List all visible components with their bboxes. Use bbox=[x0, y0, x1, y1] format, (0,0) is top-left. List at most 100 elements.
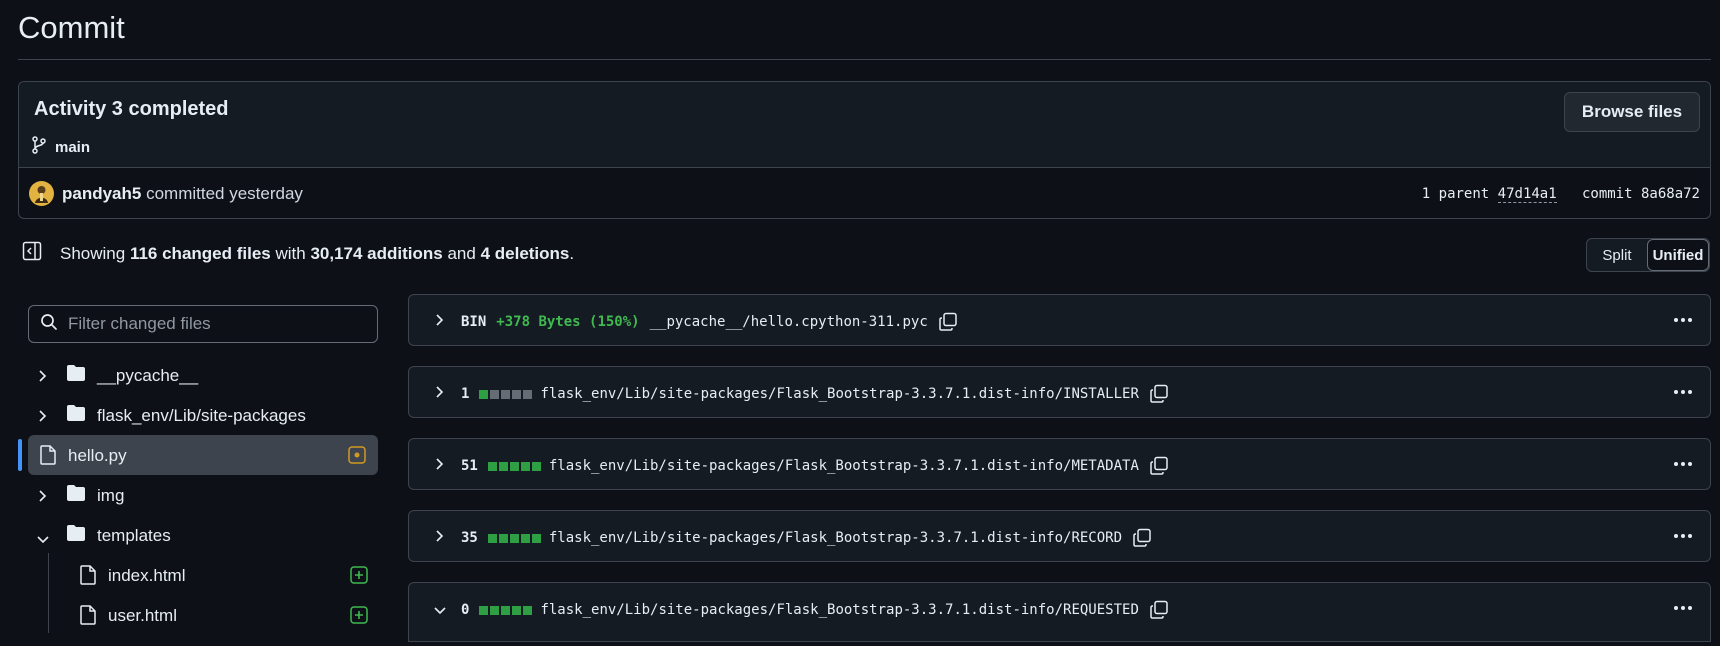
diff-count: BIN bbox=[461, 314, 487, 330]
file-icon bbox=[80, 565, 96, 590]
summary-text: Showing 116 changed files with 30,174 ad… bbox=[60, 243, 575, 263]
view-toggle: Split Unified bbox=[1586, 238, 1710, 272]
copy-icon[interactable] bbox=[1132, 528, 1152, 548]
chevron-right-icon bbox=[38, 408, 48, 428]
tree-folder-templates[interactable]: templates bbox=[18, 515, 380, 555]
file-modified-icon bbox=[348, 446, 366, 469]
diffstat-neutral-block bbox=[501, 389, 511, 399]
tree-item-label: user.html bbox=[108, 606, 177, 625]
bin-change: +378 Bytes (150%) bbox=[496, 314, 640, 330]
author-line: pandyah5 committed yesterday bbox=[62, 184, 303, 204]
diffstat-added-block bbox=[479, 605, 489, 615]
author-name[interactable]: pandyah5 bbox=[62, 184, 141, 203]
branch-name: main bbox=[55, 138, 91, 156]
search-icon bbox=[40, 313, 58, 336]
diff-info: 51 flask_env/Lib/site-packages/Flask_Boo… bbox=[461, 456, 1169, 476]
diffstat-added-block bbox=[498, 461, 508, 471]
unified-view-button[interactable]: Unified bbox=[1647, 239, 1709, 271]
commit-shas: 1 parent 47d14a1 commit 8a68a72 bbox=[1421, 186, 1700, 203]
diff-info: 0 flask_env/Lib/site-packages/Flask_Boot… bbox=[461, 600, 1169, 620]
tree-item-label: hello.py bbox=[68, 446, 127, 465]
diffstat-added-block bbox=[509, 461, 519, 471]
avatar[interactable] bbox=[29, 181, 54, 206]
tree-folder-pycache[interactable]: __pycache__ bbox=[18, 355, 380, 395]
copy-icon[interactable] bbox=[1149, 600, 1169, 620]
parent-label: 1 parent bbox=[1421, 186, 1490, 202]
diffstat bbox=[479, 389, 533, 399]
chevron-right-icon[interactable] bbox=[435, 313, 445, 332]
tree-folder-site-packages[interactable]: flask_env/Lib/site-packages bbox=[18, 395, 380, 435]
kebab-menu-icon[interactable] bbox=[1672, 453, 1694, 480]
tree-item-label: templates bbox=[97, 526, 171, 545]
diff-file-path[interactable]: flask_env/Lib/site-packages/Flask_Bootst… bbox=[540, 386, 1138, 402]
sidebar-toggle-icon[interactable] bbox=[22, 241, 42, 266]
file-icon bbox=[80, 605, 96, 630]
kebab-menu-icon[interactable] bbox=[1672, 309, 1694, 336]
chevron-right-icon[interactable] bbox=[435, 457, 445, 476]
diffstat-added-block bbox=[523, 605, 533, 615]
kebab-menu-icon[interactable] bbox=[1672, 525, 1694, 552]
diff-file-path[interactable]: flask_env/Lib/site-packages/Flask_Bootst… bbox=[549, 458, 1139, 474]
diff-count: 1 bbox=[461, 386, 470, 402]
commit-message: Activity 3 completed bbox=[34, 98, 229, 120]
chevron-down-icon bbox=[36, 530, 50, 550]
folder-icon bbox=[66, 404, 86, 427]
diffstat-added-block bbox=[479, 389, 489, 399]
diff-file-path[interactable]: flask_env/Lib/site-packages/Flask_Bootst… bbox=[549, 530, 1122, 546]
diff-info: BIN +378 Bytes (150%) __pycache__/hello.… bbox=[461, 312, 958, 332]
parent-sha-link[interactable]: 47d14a1 bbox=[1497, 186, 1557, 203]
tree-file-index-html[interactable]: index.html bbox=[18, 555, 380, 595]
branch-link[interactable]: main bbox=[31, 136, 90, 158]
diff-header[interactable]: 35 flask_env/Lib/site-packages/Flask_Boo… bbox=[408, 510, 1711, 562]
diff-header[interactable]: 1 flask_env/Lib/site-packages/Flask_Boot… bbox=[408, 366, 1711, 418]
file-icon bbox=[40, 445, 56, 470]
tree-item-label: index.html bbox=[108, 566, 186, 585]
diff-file-path[interactable]: __pycache__/hello.cpython-311.pyc bbox=[650, 314, 928, 330]
kebab-menu-icon[interactable] bbox=[1672, 597, 1694, 624]
diff-header[interactable]: 0 flask_env/Lib/site-packages/Flask_Boot… bbox=[408, 582, 1711, 642]
browse-files-button[interactable]: Browse files bbox=[1564, 92, 1700, 132]
diff-header[interactable]: BIN +378 Bytes (150%) __pycache__/hello.… bbox=[408, 294, 1711, 346]
diffstat-added-block bbox=[509, 533, 519, 543]
chevron-right-icon[interactable] bbox=[435, 529, 445, 548]
kebab-menu-icon[interactable] bbox=[1672, 381, 1694, 408]
git-branch-icon bbox=[31, 136, 47, 158]
diffstat-added-block bbox=[487, 461, 497, 471]
split-view-button[interactable]: Split bbox=[1587, 239, 1647, 271]
tree-item-label: flask_env/Lib/site-packages bbox=[97, 406, 306, 425]
diffstat-neutral-block bbox=[512, 389, 522, 399]
copy-icon[interactable] bbox=[938, 312, 958, 332]
tree-file-user-html[interactable]: user.html bbox=[18, 595, 380, 635]
diffstat-added-block bbox=[487, 533, 497, 543]
tree-file-hello-py[interactable]: hello.py bbox=[28, 435, 378, 475]
diff-header[interactable]: 51 flask_env/Lib/site-packages/Flask_Boo… bbox=[408, 438, 1711, 490]
file-added-icon bbox=[350, 566, 368, 589]
commit-meta: pandyah5 committed yesterday 1 parent 47… bbox=[19, 169, 1710, 219]
diffstat-neutral-block bbox=[523, 389, 533, 399]
diffstat-added-block bbox=[498, 533, 508, 543]
diff-summary: Showing 116 changed files with 30,174 ad… bbox=[22, 241, 574, 266]
diffstat-added-block bbox=[531, 461, 541, 471]
copy-icon[interactable] bbox=[1149, 384, 1169, 404]
file-tree: __pycache__ flask_env/Lib/site-packages … bbox=[18, 355, 380, 635]
file-added-icon bbox=[350, 606, 368, 629]
diff-file-path[interactable]: flask_env/Lib/site-packages/Flask_Bootst… bbox=[540, 602, 1138, 618]
folder-open-icon bbox=[66, 524, 86, 547]
diff-info: 1 flask_env/Lib/site-packages/Flask_Boot… bbox=[461, 384, 1169, 404]
diff-count: 0 bbox=[461, 602, 470, 618]
filter-files-field[interactable] bbox=[28, 305, 378, 343]
diff-count: 35 bbox=[461, 530, 478, 546]
folder-icon bbox=[66, 484, 86, 507]
tree-folder-img[interactable]: img bbox=[18, 475, 380, 515]
commit-header: Activity 3 completed main Browse files bbox=[19, 82, 1710, 168]
copy-icon[interactable] bbox=[1149, 456, 1169, 476]
commit-time: committed yesterday bbox=[146, 184, 303, 203]
chevron-down-icon[interactable] bbox=[433, 603, 447, 621]
diffstat-added-block bbox=[490, 605, 500, 615]
folder-icon bbox=[66, 364, 86, 387]
commit-box: Activity 3 completed main Browse files p… bbox=[18, 81, 1711, 219]
diffstat-added-block bbox=[531, 533, 541, 543]
tree-indent-guide bbox=[48, 553, 49, 633]
filter-files-input[interactable] bbox=[68, 314, 348, 334]
chevron-right-icon[interactable] bbox=[435, 385, 445, 404]
